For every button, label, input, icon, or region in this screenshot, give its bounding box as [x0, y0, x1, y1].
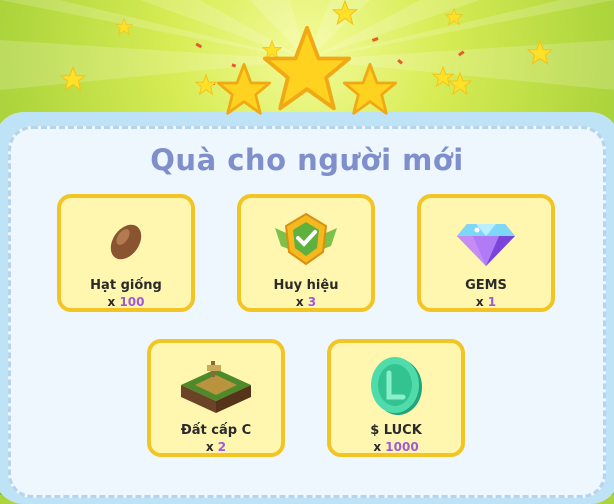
badge-icon — [275, 212, 337, 266]
reward-name: GEMS — [465, 278, 507, 293]
reward-name: Hạt giống — [90, 278, 162, 293]
star-icon — [332, 0, 358, 26]
reward-card-gems: GEMS x 1 — [417, 194, 555, 312]
reward-card-seed: Hạt giống x 100 — [57, 194, 195, 312]
star-icon — [115, 18, 133, 36]
reward-quantity: x 100 — [107, 295, 145, 309]
reward-quantity: x 1000 — [373, 440, 419, 454]
reward-name: Đất cấp C — [180, 423, 252, 438]
reward-name: Huy hiệu — [273, 278, 339, 293]
luck-coin-icon — [371, 357, 422, 415]
star-icon — [448, 72, 472, 96]
page-title: Quà cho người mới — [150, 143, 464, 177]
big-star-right-icon — [342, 62, 398, 115]
gem-icon — [457, 224, 515, 266]
reward-panel — [8, 126, 606, 498]
land-plot-icon — [181, 361, 251, 413]
reward-quantity: x 1 — [475, 295, 497, 309]
reward-card-luck: $ LUCK x 1000 — [327, 339, 465, 457]
reward-name: $ LUCK — [370, 423, 422, 438]
reward-card-badge: Huy hiệu x 3 — [237, 194, 375, 312]
star-icon — [60, 66, 86, 92]
reward-quantity: x 2 — [205, 440, 227, 454]
star-icon — [445, 8, 463, 26]
star-icon — [527, 40, 553, 66]
reward-card-land: Đất cấp C x 2 — [147, 339, 285, 457]
reward-quantity: x 3 — [295, 295, 317, 309]
seed-icon — [110, 224, 142, 260]
